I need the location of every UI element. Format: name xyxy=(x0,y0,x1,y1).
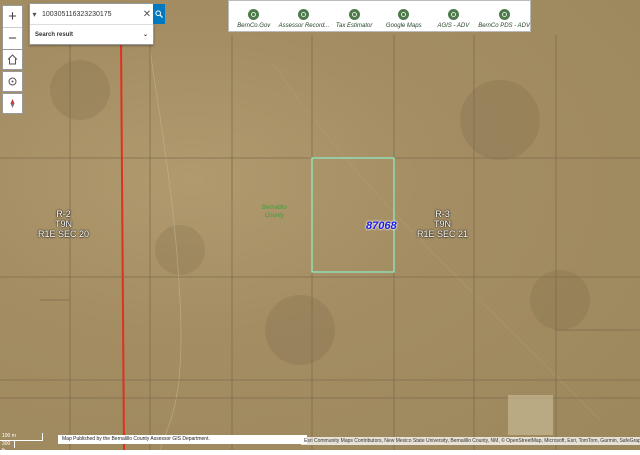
section-label-20: R-2 T9N R1E SEC 20 xyxy=(38,209,90,239)
zoom-in-button[interactable]: + xyxy=(3,6,22,27)
search-input[interactable]: 100305116323230175 xyxy=(39,11,141,18)
map-attribution: Esri Community Maps Contributors, New Me… xyxy=(301,437,640,445)
link-icon xyxy=(398,9,410,20)
map-canvas[interactable]: R-2 T9N R1E SEC 20 R-3 T9N R1E SEC 21 Be… xyxy=(0,0,640,450)
link-icon xyxy=(348,9,360,20)
compass-icon xyxy=(10,99,15,108)
link-agis-adv[interactable]: AGIS - ADV xyxy=(429,1,479,31)
link-assessor-record[interactable]: Assessor Record... xyxy=(279,1,329,31)
locate-icon xyxy=(8,77,17,86)
chevron-down-icon: ⌄ xyxy=(142,32,148,38)
zoom-out-button[interactable]: − xyxy=(3,27,22,49)
map-graphics xyxy=(0,35,640,450)
link-berncogov[interactable]: BernCo.Gov xyxy=(229,1,279,31)
links-bar: BernCo.Gov Assessor Record... Tax Estima… xyxy=(228,0,531,32)
scale-bar: 100 m 300 ft xyxy=(0,433,58,454)
link-google-maps[interactable]: Google Maps xyxy=(379,1,429,31)
search-source-chevron-icon[interactable]: ▾ xyxy=(30,10,39,19)
link-icon xyxy=(248,9,260,20)
link-bernco-pds-adv[interactable]: BernCo PDS - ADV xyxy=(478,1,530,31)
home-icon xyxy=(7,54,18,65)
scale-metric: 100 m xyxy=(0,433,43,441)
home-button[interactable] xyxy=(2,49,23,70)
scale-imperial: 300 ft xyxy=(0,441,15,454)
search-button[interactable] xyxy=(153,4,165,24)
search-result-label: Search result xyxy=(35,31,74,38)
search-widget: ▾ 100305116323230175 ✕ Search result ⌄ xyxy=(29,3,165,45)
compass-button[interactable] xyxy=(2,93,23,114)
section-label-21: R-3 T9N R1E SEC 21 xyxy=(417,209,469,239)
locate-button[interactable] xyxy=(2,71,23,92)
search-result-dropdown[interactable]: Search result ⌄ xyxy=(30,25,153,44)
clear-search-icon[interactable]: ✕ xyxy=(141,9,153,20)
published-note: Map Published by the Bernalillo County A… xyxy=(58,435,307,444)
parcel-id-label[interactable]: 87068 xyxy=(366,220,397,232)
zoom-controls: + − xyxy=(2,5,23,50)
link-icon xyxy=(298,9,310,20)
county-label: Bernalillo County xyxy=(262,205,287,219)
link-icon xyxy=(447,9,459,20)
link-icon xyxy=(498,9,510,20)
search-icon xyxy=(155,10,163,18)
link-tax-estimator[interactable]: Tax Estimator xyxy=(329,1,379,31)
